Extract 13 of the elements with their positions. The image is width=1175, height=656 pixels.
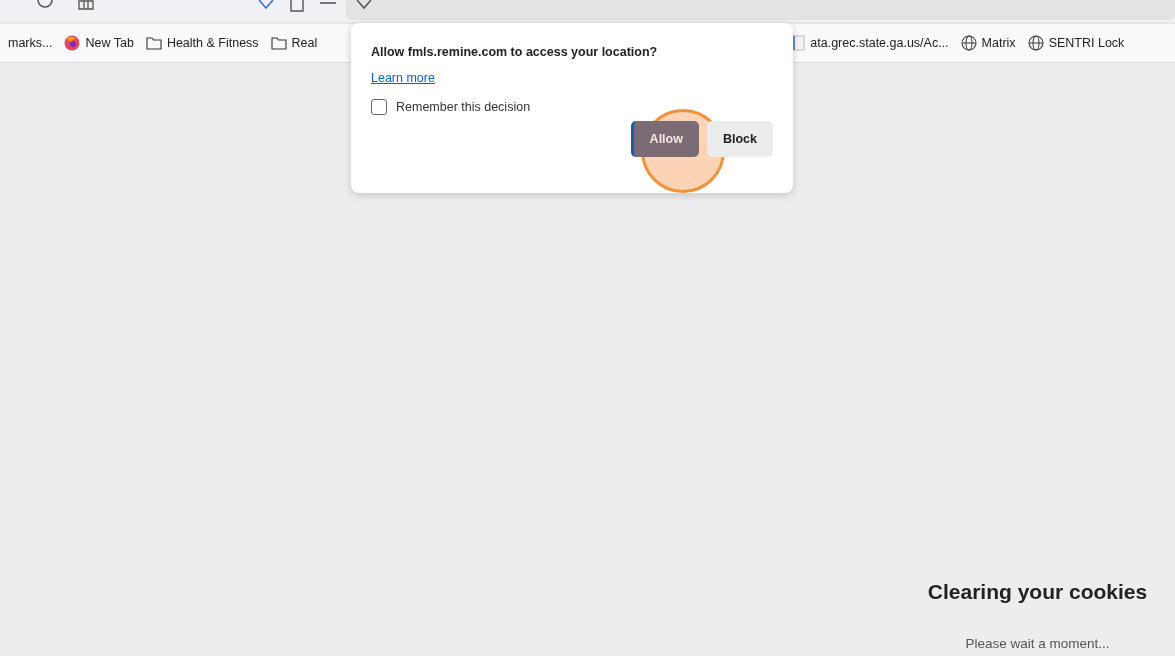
block-button[interactable]: Block	[706, 121, 773, 157]
bookmark[interactable]: Matrix	[960, 35, 1016, 51]
bookmark[interactable]: marks...	[8, 36, 53, 50]
allow-button[interactable]: Allow	[630, 121, 699, 157]
bookmark[interactable]: Real	[270, 36, 318, 50]
bookmark[interactable]: SENTRI Lock	[1027, 35, 1125, 51]
bookmark[interactable]: New Tab	[64, 35, 134, 51]
checkbox-label: Remember this decision	[396, 100, 531, 114]
wait-message: Please wait a moment...	[965, 636, 1110, 651]
permission-question: Allow fmls.remine.com to access your location?	[371, 45, 658, 59]
page-heading: Clearing your cookies	[926, 580, 1149, 604]
bookmark[interactable]: Health & Fitness	[145, 36, 259, 50]
learn-more-link[interactable]: Learn more	[371, 71, 435, 85]
